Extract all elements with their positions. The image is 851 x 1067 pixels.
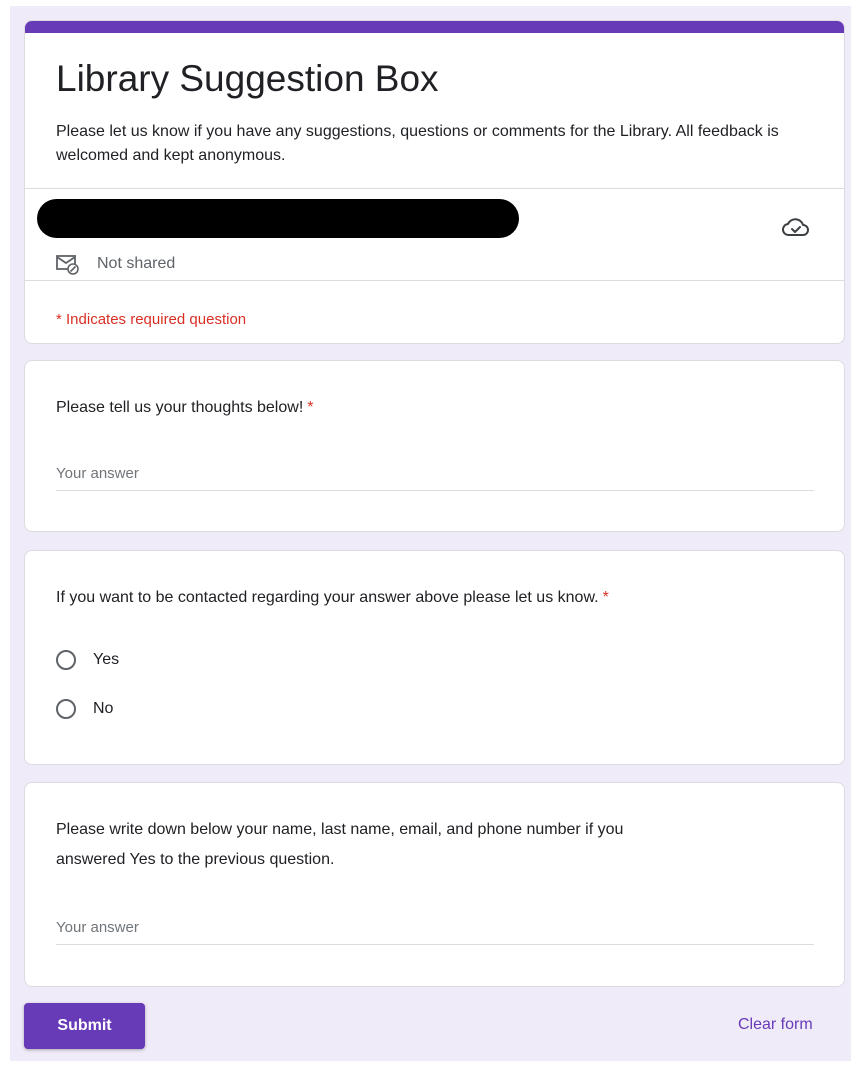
form-title: Library Suggestion Box [56, 58, 439, 99]
question-title: Please tell us your thoughts below! * [56, 393, 314, 423]
mail-not-shared-icon [56, 255, 79, 275]
divider [25, 188, 844, 189]
question-card-contact-details: Please write down below your name, last … [24, 782, 845, 987]
submit-button[interactable]: Submit [24, 1003, 145, 1049]
question-title-line-1: Please write down below your name, last … [56, 821, 624, 838]
radio-button[interactable] [56, 650, 76, 670]
question-card-contact: If you want to be contacted regarding yo… [24, 550, 845, 765]
form-page: Library Suggestion Box Please let us kno… [10, 6, 851, 1061]
question-title-text: If you want to be contacted regarding yo… [56, 589, 599, 606]
divider [25, 280, 844, 281]
radio-label: No [93, 700, 114, 717]
accent-bar [25, 21, 844, 33]
thoughts-answer-input[interactable] [56, 465, 814, 491]
required-star: * [602, 589, 609, 606]
form-description: Please let us know if you have any sugge… [56, 123, 779, 164]
cloud-check-icon [782, 218, 809, 236]
question-title-line-2: answered Yes to the previous question. [56, 851, 335, 868]
clear-form-button[interactable]: Clear form [738, 1016, 813, 1034]
required-star: * [307, 399, 314, 416]
contact-details-answer-input[interactable] [56, 919, 814, 945]
form-header-card: Library Suggestion Box Please let us kno… [24, 20, 845, 344]
required-note: * Indicates required question [56, 311, 247, 328]
question-title: If you want to be contacted regarding yo… [56, 583, 609, 613]
radio-label: Yes [93, 651, 120, 668]
redacted-account-email [37, 199, 519, 238]
radio-option-yes[interactable]: Yes [56, 645, 119, 675]
question-card-thoughts: Please tell us your thoughts below! * [24, 360, 845, 532]
radio-button[interactable] [56, 699, 76, 719]
radio-option-no[interactable]: No [56, 694, 113, 724]
question-title-text: Please tell us your thoughts below! [56, 399, 304, 416]
not-shared-label: Not shared [97, 255, 176, 272]
